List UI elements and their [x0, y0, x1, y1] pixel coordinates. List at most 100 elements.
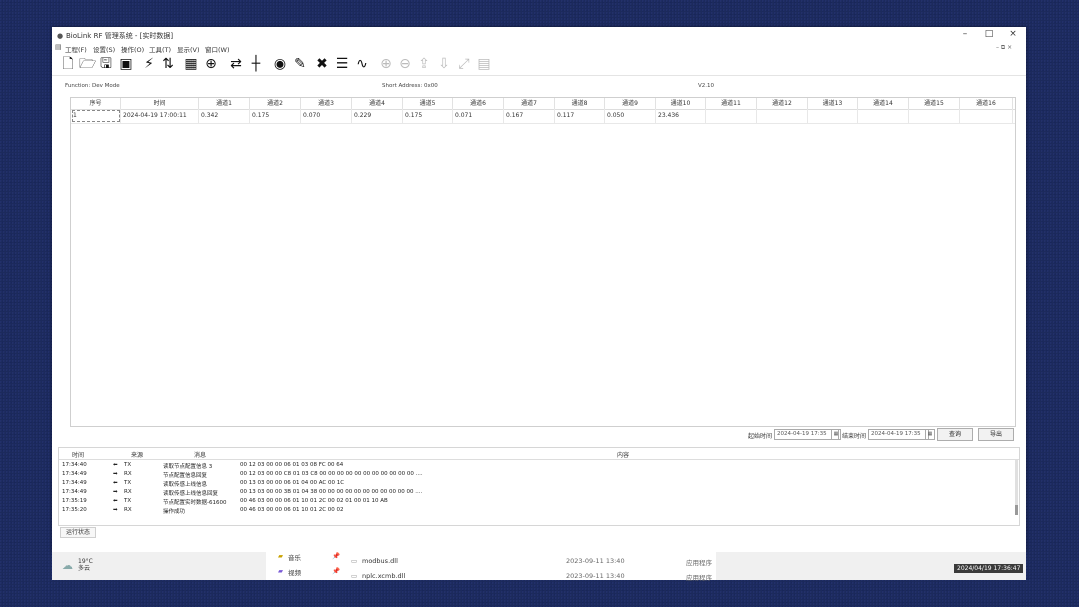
- cell-value[interactable]: [757, 109, 808, 123]
- cell-value[interactable]: 0.175: [403, 109, 453, 123]
- system-clock[interactable]: 2024/04/19 17:36:47: [954, 564, 1024, 573]
- tools-icon[interactable]: ✖: [314, 56, 330, 72]
- signal-icon[interactable]: ◉: [272, 56, 288, 72]
- col-header[interactable]: 通道11: [706, 98, 757, 109]
- zoom-out-icon[interactable]: ⊖: [397, 56, 413, 72]
- file-type: 应用程序: [686, 559, 712, 567]
- cell-value[interactable]: 0.229: [352, 109, 403, 123]
- cell-value[interactable]: 0.117: [555, 109, 605, 123]
- cell-value[interactable]: 0.167: [504, 109, 555, 123]
- log-row[interactable]: 17:34:49 ➡ RX 读取传感上线信息回复 00 13 03 00 00 …: [59, 488, 1019, 497]
- col-header[interactable]: 通道15: [909, 98, 960, 109]
- folder-video[interactable]: 视频: [288, 567, 301, 577]
- disconnect-icon[interactable]: ⇅: [160, 56, 176, 72]
- calendar-icon[interactable]: ▦: [831, 429, 841, 440]
- col-header[interactable]: 通道6: [453, 98, 504, 109]
- save-all-icon[interactable]: ▣: [118, 56, 134, 72]
- file-name[interactable]: nplc.xcmb.dll: [362, 572, 405, 580]
- col-header[interactable]: 时间: [121, 98, 199, 109]
- col-header[interactable]: 通道3: [301, 98, 352, 109]
- weather-widget[interactable]: 19°C 多云: [78, 558, 93, 572]
- document-icon: ▤: [55, 43, 62, 51]
- log-message: 读取节点配置信息 3: [163, 464, 213, 470]
- cell-value[interactable]: 0.342: [199, 109, 250, 123]
- cell-value[interactable]: 0.175: [250, 109, 301, 123]
- col-header[interactable]: 通道12: [757, 98, 808, 109]
- export-button[interactable]: 导出: [978, 428, 1014, 441]
- filter-bar: 起始时间 2024-04-19 17:35 ▦ 结束时间 2024-04-19 …: [52, 427, 1026, 441]
- probe-icon[interactable]: ✎: [292, 56, 308, 72]
- calendar-icon[interactable]: ▦: [925, 429, 935, 440]
- pin-icon[interactable]: 📌: [332, 567, 340, 575]
- end-time-input[interactable]: 2024-04-19 17:35: [868, 429, 929, 440]
- waveform-icon[interactable]: ∿: [354, 56, 370, 72]
- target-icon[interactable]: ⊕: [203, 56, 219, 72]
- cell-value[interactable]: 0.071: [453, 109, 504, 123]
- cell-value[interactable]: 0.070: [301, 109, 352, 123]
- col-header[interactable]: 通道14: [858, 98, 909, 109]
- log-row[interactable]: 17:34:49 ⬅ TX 读取传感上线信息 00 13 03 00 00 06…: [59, 479, 1019, 488]
- connect-plug-icon[interactable]: ⚡: [141, 56, 157, 72]
- close-button[interactable]: ×: [1006, 29, 1020, 39]
- report-icon[interactable]: ☰: [334, 56, 350, 72]
- maximize-button[interactable]: □: [982, 29, 996, 39]
- chip-icon[interactable]: ▦: [183, 56, 199, 72]
- col-header[interactable]: 通道4: [352, 98, 403, 109]
- cell-value[interactable]: [858, 109, 909, 123]
- export-icon[interactable]: ⇪: [416, 56, 432, 72]
- minimize-button[interactable]: –: [958, 29, 972, 39]
- folder-music[interactable]: 音乐: [288, 552, 301, 562]
- cell-value[interactable]: 23.436: [656, 109, 706, 123]
- save-icon[interactable]: 🖫: [98, 56, 114, 72]
- log-row[interactable]: 17:35:19 ⬅ TX 节点配置实时数据-61600 00 46 03 00…: [59, 497, 1019, 506]
- expand-icon[interactable]: ⤢: [456, 56, 472, 72]
- col-header[interactable]: 通道9: [605, 98, 656, 109]
- log-row[interactable]: 17:34:49 ➡ RX 节点配置信息回复 00 12 03 00 00 C8…: [59, 470, 1019, 479]
- app-logo-icon: ●: [57, 32, 64, 40]
- end-time-label: 结束时间: [842, 433, 867, 440]
- log-message: 节点配置实时数据-61600: [163, 500, 227, 506]
- table-icon[interactable]: ▤: [476, 56, 492, 72]
- cell-value[interactable]: [960, 109, 1013, 123]
- file-name[interactable]: modbus.dll: [362, 557, 398, 565]
- start-time-input[interactable]: 2024-04-19 17:35: [774, 429, 839, 440]
- col-header[interactable]: 通道7: [504, 98, 555, 109]
- col-header[interactable]: 通道8: [555, 98, 605, 109]
- cell-index[interactable]: 1: [71, 109, 121, 123]
- communication-log[interactable]: 时间 来源 消息 内容 17:34:40 ⬅ TX 读取节点配置信息 3 00 …: [58, 447, 1020, 526]
- col-header[interactable]: 通道10: [656, 98, 706, 109]
- col-header[interactable]: 通道16: [960, 98, 1013, 109]
- new-file-icon[interactable]: 🗋: [60, 56, 76, 72]
- function-mode: Function: Dev Mode: [65, 83, 120, 89]
- pin-icon[interactable]: 📌: [332, 552, 340, 560]
- col-header[interactable]: 通道1: [199, 98, 250, 109]
- data-grid[interactable]: 序号 时间 通道1 通道2 通道3 通道4 通道5 通道6 通道7 通道8 通道…: [70, 97, 1016, 427]
- log-scrollbar-thumb[interactable]: [1015, 505, 1018, 515]
- col-header[interactable]: 序号: [71, 98, 121, 109]
- zoom-in-icon[interactable]: ⊕: [378, 56, 394, 72]
- weather-cloud-icon[interactable]: ☁: [62, 559, 73, 572]
- axis-icon[interactable]: ┼: [248, 56, 264, 72]
- cell-value[interactable]: [909, 109, 960, 123]
- col-header[interactable]: 通道5: [403, 98, 453, 109]
- col-header[interactable]: 通道13: [808, 98, 858, 109]
- import-icon[interactable]: ⇩: [436, 56, 452, 72]
- col-header[interactable]: 通道2: [250, 98, 301, 109]
- mdi-controls[interactable]: – ⧉ ×: [996, 44, 1012, 52]
- cell-value[interactable]: [706, 109, 757, 123]
- log-row[interactable]: 17:34:40 ⬅ TX 读取节点配置信息 3 00 12 03 00 00 …: [59, 461, 1019, 470]
- cell-value[interactable]: 0.050: [605, 109, 656, 123]
- log-content: 00 12 03 00 00 06 01 03 08 FC 00 64: [240, 462, 344, 468]
- rx-arrow-icon: ➡: [113, 471, 118, 477]
- cell-value[interactable]: [808, 109, 858, 123]
- query-button[interactable]: 查询: [937, 428, 973, 441]
- weather-desc: 多云: [78, 565, 91, 572]
- file-date: 2023-09-11 13:40: [566, 557, 625, 565]
- status-tab[interactable]: 运行状态: [60, 527, 97, 538]
- table-row[interactable]: 1 2024-04-19 17:00:11 0.342 0.175 0.070 …: [71, 109, 1015, 124]
- open-folder-icon[interactable]: 🗁: [79, 56, 96, 72]
- log-row[interactable]: 17:35:20 ➡ RX 操作成功 00 46 03 00 00 06 01 …: [59, 506, 1019, 515]
- tx-arrow-icon: ⬅: [113, 498, 118, 504]
- transfer-icon[interactable]: ⇄: [228, 56, 244, 72]
- cell-time[interactable]: 2024-04-19 17:00:11: [121, 109, 199, 123]
